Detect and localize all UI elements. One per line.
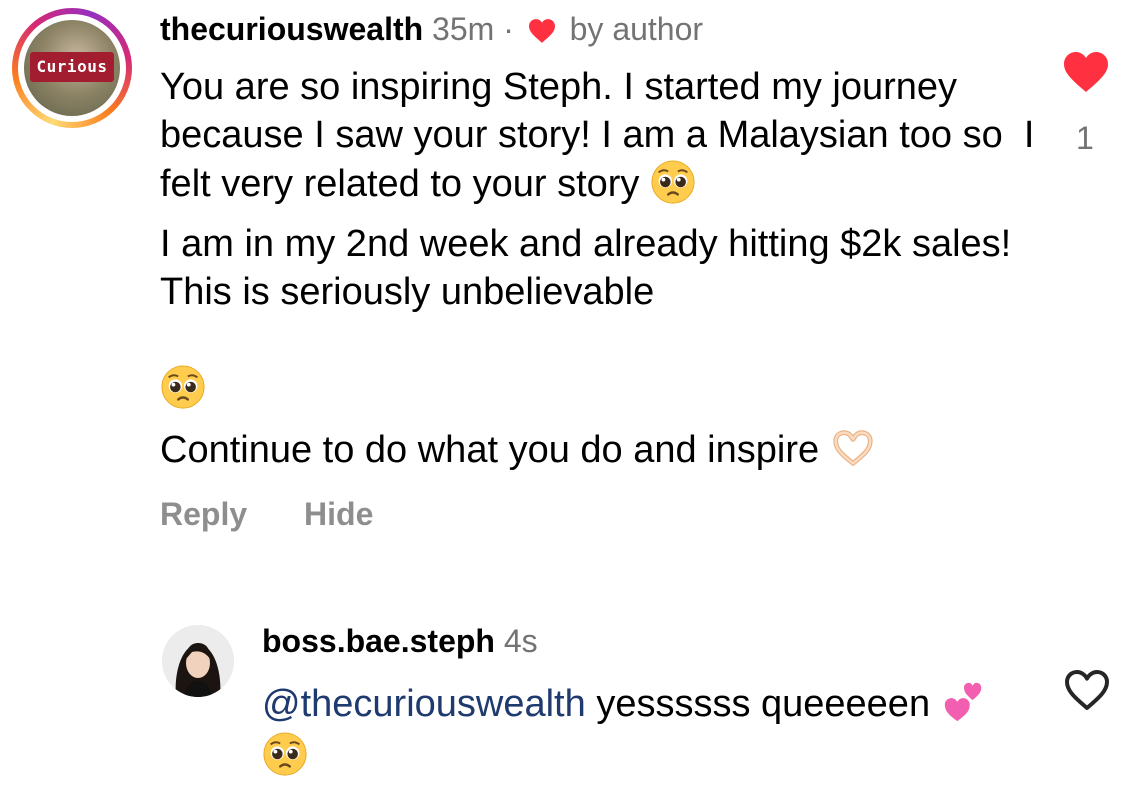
pleading-face-emoji [651, 160, 695, 204]
author-badge: by author [569, 11, 704, 47]
comment-body: You are so inspiring Steph. I started my… [160, 63, 1040, 486]
comment-text: I am in my 2nd week and already hitting … [160, 223, 1022, 313]
hide-button[interactable]: Hide [304, 496, 373, 532]
comment-paragraph: You are so inspiring Steph. I started my… [160, 63, 1040, 208]
comment-username[interactable]: thecuriouswealth [160, 11, 423, 47]
avatar-boss-bae-steph[interactable] [162, 625, 234, 697]
heart-outline-icon[interactable] [1062, 668, 1112, 712]
reply-time: 4s [503, 623, 538, 659]
reply-button[interactable]: Reply [160, 496, 247, 532]
comment-header: thecuriouswealth 35m · by author [160, 10, 703, 48]
comment-actions: Reply Hide [160, 496, 421, 533]
pleading-face-emoji [263, 732, 307, 776]
like-count[interactable]: 1 [1076, 120, 1094, 157]
reply-username[interactable]: boss.bae.steph [262, 623, 495, 659]
reply-body: @thecuriouswealth yessssss queeeeen [262, 678, 1022, 782]
comment-paragraph: I am in my 2nd week and already hitting … [160, 220, 1040, 413]
heart-hands-emoji [833, 430, 873, 466]
heart-filled-icon [528, 19, 555, 43]
comment-paragraph: Continue to do what you do and inspire [160, 425, 1040, 474]
heart-filled-icon[interactable] [1061, 50, 1111, 94]
comment-text: Continue to do what you do and inspire [160, 429, 820, 471]
avatar-thecuriouswealth[interactable]: Curious [12, 8, 132, 128]
pleading-face-emoji [161, 365, 205, 409]
avatar-image [162, 625, 234, 697]
mention-link[interactable]: @thecuriouswealth [262, 683, 586, 725]
reply-header: boss.bae.steph 4s [262, 622, 538, 660]
comment-time: 35m [432, 11, 495, 47]
reply-text: yessssss queeeeen [596, 683, 931, 725]
avatar-logo-text: Curious [30, 52, 114, 82]
meta-separator: · [503, 11, 514, 47]
two-hearts-emoji [944, 682, 981, 722]
comment-text: You are so inspiring Steph. I started my… [160, 66, 1045, 205]
